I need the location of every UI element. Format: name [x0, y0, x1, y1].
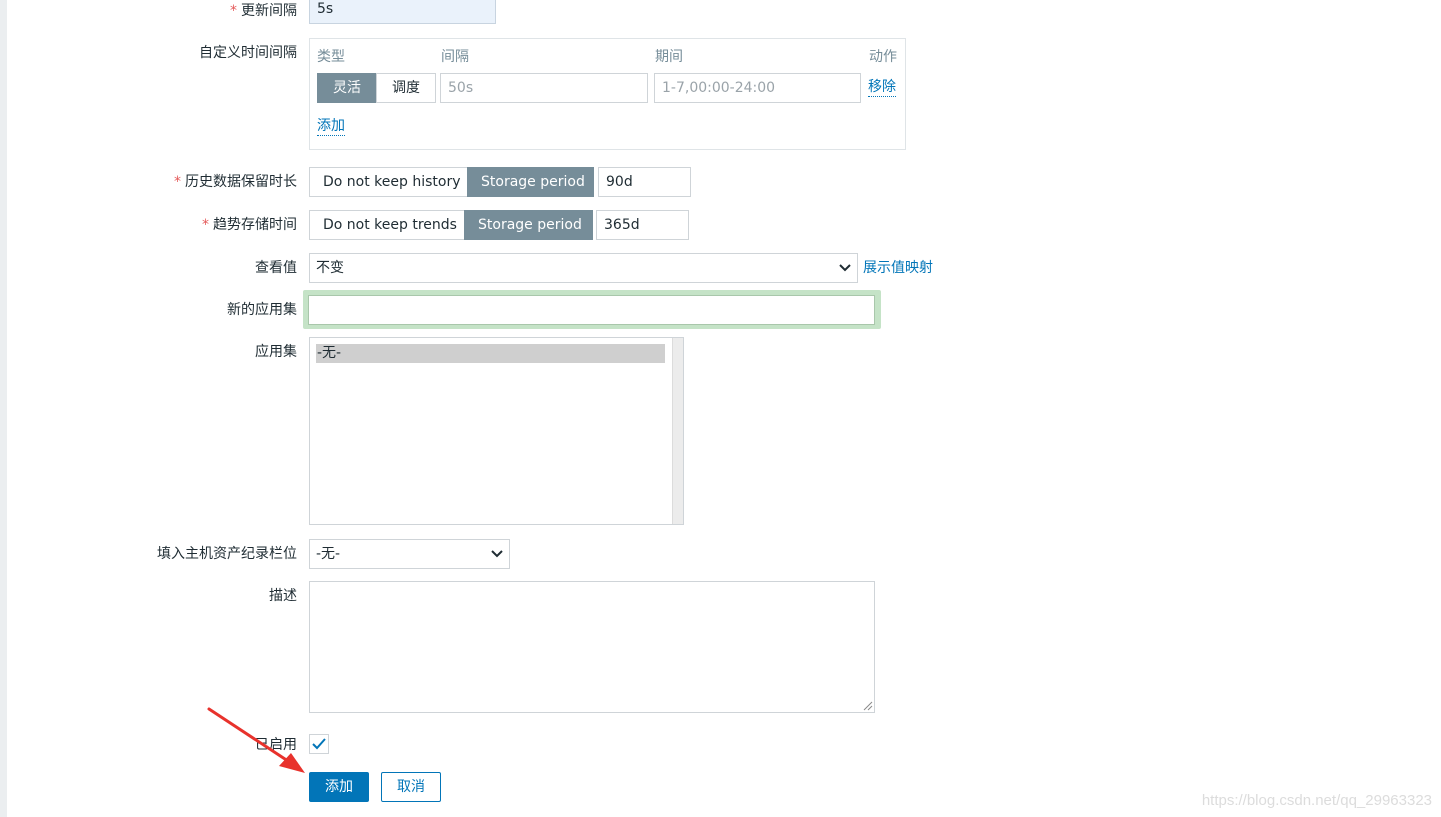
- new-application-label: 新的应用集: [227, 302, 297, 318]
- applications-label: 应用集: [255, 344, 297, 360]
- show-value-label: 查看值: [255, 260, 297, 276]
- chevron-down-icon: [839, 264, 851, 272]
- history-storage-period-option[interactable]: Storage period: [467, 167, 594, 197]
- history-do-not-keep-option[interactable]: Do not keep history: [309, 167, 468, 197]
- custom-intervals-label: 自定义时间间隔: [199, 45, 297, 61]
- history-period-input[interactable]: 90d: [598, 167, 691, 197]
- resize-handle-icon[interactable]: [863, 701, 873, 711]
- trends-do-not-keep-option[interactable]: Do not keep trends: [309, 210, 465, 240]
- inventory-select[interactable]: -无-: [309, 539, 510, 569]
- trends-period-input[interactable]: 365d: [596, 210, 689, 240]
- remove-interval-link[interactable]: 移除: [868, 79, 896, 97]
- cancel-button[interactable]: 取消: [381, 772, 441, 802]
- update-interval-label: * 更新间隔: [230, 3, 297, 19]
- col-period-header: 期间: [655, 49, 683, 65]
- show-value-mapping-link[interactable]: 展示值映射: [863, 260, 933, 277]
- trends-label: * 趋势存储时间: [202, 217, 297, 233]
- custom-intervals-box: 类型 间隔 期间 动作 灵活 调度 50s 1-7,00:00-24:00 移除…: [309, 38, 906, 150]
- interval-type-toggle: 灵活 调度: [317, 73, 436, 103]
- trends-storage-period-option[interactable]: Storage period: [464, 210, 593, 240]
- add-button[interactable]: 添加: [309, 772, 369, 802]
- update-interval-input[interactable]: 5s: [309, 0, 496, 24]
- description-textarea[interactable]: [309, 581, 875, 713]
- col-action-header: 动作: [869, 49, 897, 65]
- trends-mode-toggle: Do not keep trends Storage period: [309, 210, 593, 240]
- history-mode-toggle: Do not keep history Storage period: [309, 167, 594, 197]
- applications-scrollbar[interactable]: [672, 338, 683, 524]
- type-flexible-option[interactable]: 灵活: [317, 73, 377, 103]
- applications-listbox[interactable]: -无-: [309, 337, 684, 525]
- applications-option[interactable]: -无-: [316, 344, 665, 363]
- watermark-text: https://blog.csdn.net/qq_29963323: [1201, 792, 1432, 809]
- col-type-header: 类型: [317, 49, 345, 65]
- left-edge-strip: [0, 0, 7, 817]
- description-label: 描述: [269, 588, 297, 604]
- col-interval-header: 间隔: [441, 49, 469, 65]
- history-label: * 历史数据保留时长: [174, 174, 297, 190]
- checkmark-icon: [312, 738, 326, 750]
- interval-input[interactable]: 50s: [440, 73, 648, 103]
- show-value-selected: 不变: [316, 260, 344, 276]
- chevron-down-icon: [491, 550, 503, 558]
- period-input[interactable]: 1-7,00:00-24:00: [654, 73, 861, 103]
- type-scheduling-option[interactable]: 调度: [376, 73, 436, 103]
- new-application-input[interactable]: [308, 295, 875, 325]
- show-value-select[interactable]: 不变: [309, 253, 858, 283]
- red-arrow-annotation: [207, 707, 305, 773]
- enabled-checkbox[interactable]: [309, 734, 329, 754]
- inventory-label: 填入主机资产纪录栏位: [157, 546, 297, 562]
- inventory-selected: -无-: [316, 546, 341, 562]
- add-interval-link[interactable]: 添加: [317, 118, 345, 136]
